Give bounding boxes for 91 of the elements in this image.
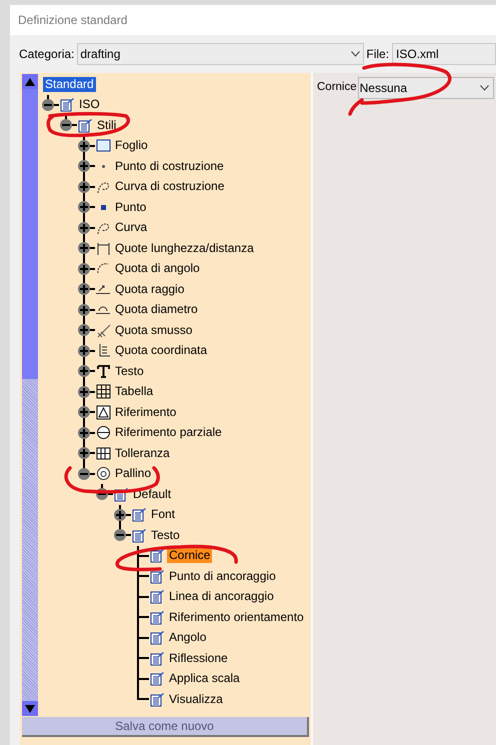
category-dropdown[interactable]: drafting [77,43,364,65]
expand-toggle[interactable] [78,222,90,234]
chevron-down-icon [351,51,360,57]
expand-toggle[interactable] [78,262,90,274]
sheet-icon [96,139,110,152]
document-icon [150,692,164,707]
letter-t-icon [96,364,110,379]
document-icon [132,507,146,522]
document-icon [78,118,92,133]
expand-toggle[interactable] [78,324,90,336]
expand-toggle[interactable] [78,447,90,459]
dot-icon [102,164,104,168]
tree-item[interactable]: Riferimento parziale [113,425,224,440]
scroll-down-button[interactable] [22,701,38,716]
tree-item[interactable]: Quota diametro [113,302,200,318]
scrollbar-thumb[interactable] [22,89,38,379]
balloon-icon [96,466,110,482]
window-title: Definizione standard [18,12,128,29]
tree-item[interactable]: Angolo [167,630,208,646]
tree-item[interactable]: Visualizza [167,692,225,707]
document-icon [150,589,164,604]
triangle-down-icon [25,704,35,712]
document-icon [150,610,164,625]
document-icon [150,630,164,646]
tree-item[interactable]: Quota di angolo [113,261,202,276]
tolerance-frame-icon [96,446,110,461]
expand-toggle[interactable] [42,98,54,110]
expand-toggle[interactable] [78,283,90,295]
expand-toggle[interactable] [78,242,90,254]
tree-item[interactable]: Riferimento [113,404,178,420]
tree-item[interactable]: Testo [113,364,146,379]
tree-item[interactable]: ISO [77,97,102,112]
chamfer-icon [96,322,110,338]
triangle-up-icon [25,78,35,86]
tree-item[interactable]: Tabella [113,384,156,400]
document-icon [150,548,164,564]
tree-item[interactable]: Curva di costruzione [113,179,226,194]
tree-item[interactable]: Linea di ancoraggio [167,589,276,604]
expand-toggle[interactable] [78,426,90,438]
tree-item[interactable]: Quota smusso [113,322,194,338]
tree-item[interactable]: Stili [95,118,118,133]
point-icon [100,204,106,210]
expand-toggle[interactable] [78,468,90,480]
expand-toggle[interactable] [78,365,90,377]
file-field[interactable]: ISO.xml [392,43,496,65]
expand-toggle[interactable] [78,304,90,316]
document-icon [150,568,164,584]
expand-toggle[interactable] [78,140,90,152]
tree-item[interactable]: Punto [113,200,148,215]
tree-item[interactable]: Punto di costruzione [113,158,226,174]
document-icon [114,486,128,502]
expand-toggle[interactable] [114,529,126,541]
scroll-up-button[interactable] [22,74,38,89]
tree-item[interactable]: Curva [113,220,150,236]
tree-item[interactable]: Foglio [113,138,150,154]
radius-icon [96,284,110,294]
table-icon [96,384,110,400]
tree-item[interactable]: Quota raggio [113,282,186,297]
expand-toggle[interactable] [60,119,72,131]
property-dropdown[interactable]: Nessuna [358,77,494,99]
document-icon [150,671,164,686]
tree-item[interactable]: Standard [43,76,96,92]
property-label: Cornice [317,80,357,96]
scrollbar-track[interactable] [22,74,38,716]
document-icon [60,97,74,112]
category-label: Categoria: [19,46,74,63]
tree-item[interactable]: Riferimento orientamento [167,610,306,625]
tree-item[interactable]: Font [149,507,178,522]
tree-item[interactable]: Quote lunghezza/distanza [113,240,256,256]
dimension-icon [96,240,110,256]
expand-toggle[interactable] [78,344,90,356]
tree-item[interactable]: Applica scala [167,671,242,686]
document-icon [132,528,146,543]
expand-toggle[interactable] [78,180,90,192]
triangle-frame-icon [96,404,110,420]
tree-item[interactable]: Cornice [167,548,212,564]
tree-item[interactable]: Riflessione [167,650,230,666]
tree-item[interactable]: Quota coordinata [113,343,210,358]
chevron-down-icon [480,85,489,91]
tree-item[interactable]: Pallino [113,466,154,482]
tree-item[interactable]: Testo [149,528,182,543]
tree-item[interactable]: Punto di ancoraggio [167,568,278,584]
expand-toggle[interactable] [114,508,126,520]
expand-toggle[interactable] [78,160,90,172]
expand-toggle[interactable] [78,201,90,213]
document-icon [150,650,164,666]
expand-toggle[interactable] [78,406,90,418]
diameter-icon [96,305,110,314]
tree-item[interactable]: Tolleranza [113,446,172,461]
expand-toggle[interactable] [78,386,90,398]
file-label: File: [366,46,390,63]
